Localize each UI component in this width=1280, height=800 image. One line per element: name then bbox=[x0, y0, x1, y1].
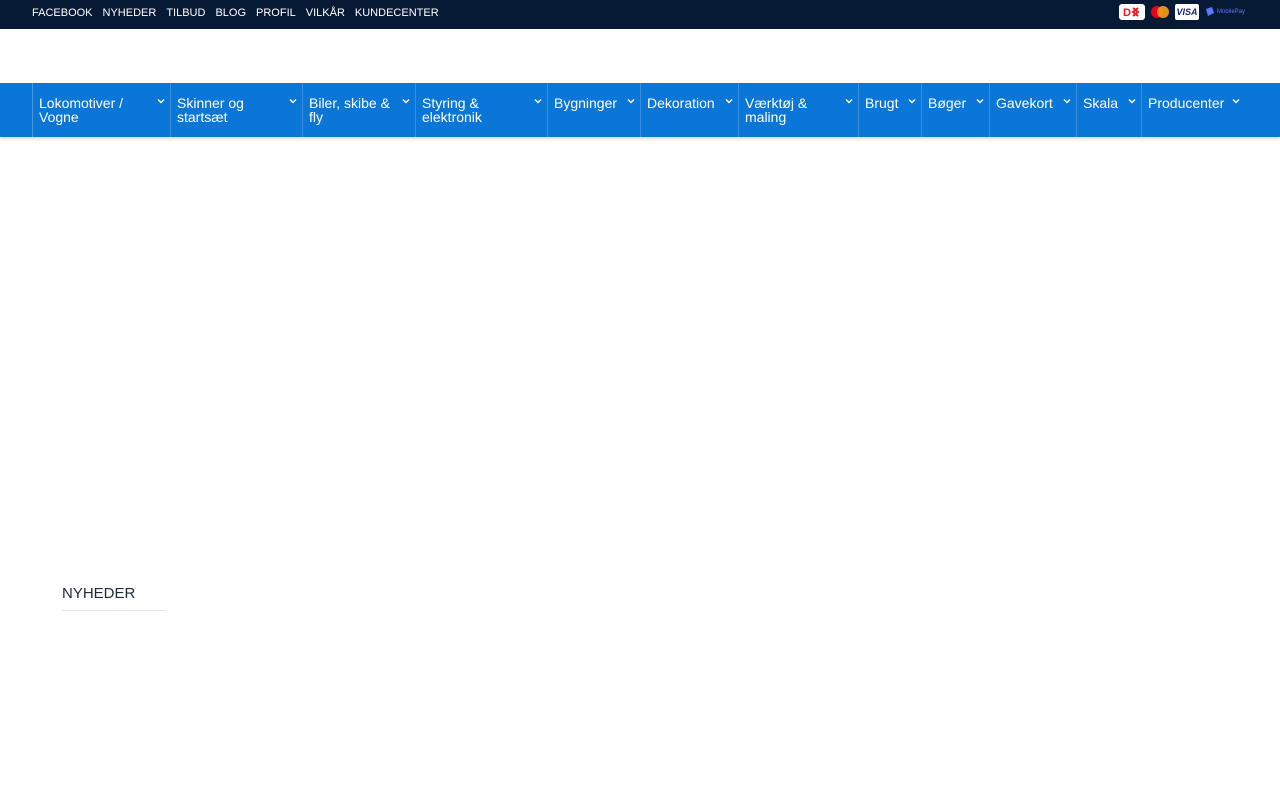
chevron-down-icon bbox=[627, 97, 635, 105]
top-link-nyheder[interactable]: NYHEDER bbox=[103, 7, 157, 19]
chevron-down-icon bbox=[289, 97, 297, 105]
nav-item-skala[interactable]: Skala bbox=[1076, 83, 1141, 137]
svg-text:D: D bbox=[1123, 7, 1131, 19]
mobilepay-icon: MobilePay bbox=[1202, 4, 1248, 20]
chevron-down-icon bbox=[976, 97, 984, 105]
chevron-down-icon bbox=[402, 97, 410, 105]
nav-item-label: Skinner og startsæt bbox=[177, 95, 244, 125]
chevron-down-icon bbox=[1232, 97, 1240, 105]
nav-item-vaerktoj[interactable]: Værktøj & maling bbox=[738, 83, 858, 137]
top-link-facebook[interactable]: FACEBOOK bbox=[32, 7, 93, 19]
nav-item-label: Biler, skibe & fly bbox=[309, 95, 390, 125]
chevron-down-icon bbox=[157, 97, 165, 105]
nav-item-label: Styring & elektronik bbox=[422, 95, 482, 125]
top-link-profil[interactable]: PROFIL bbox=[256, 7, 296, 19]
chevron-down-icon bbox=[908, 97, 916, 105]
nav-item-styring[interactable]: Styring & elektronik bbox=[415, 83, 547, 137]
news-heading: NYHEDER bbox=[62, 585, 166, 611]
main-navigation: Lokomotiver / Vogne Skinner og startsæt … bbox=[0, 83, 1280, 137]
nav-item-dekoration[interactable]: Dekoration bbox=[640, 83, 738, 137]
top-link-kundecenter[interactable]: KUNDECENTER bbox=[355, 7, 439, 19]
mobilepay-label: MobilePay bbox=[1216, 9, 1245, 15]
chevron-down-icon bbox=[1128, 97, 1136, 105]
top-links: FACEBOOK NYHEDER TILBUD BLOG PROFIL VILK… bbox=[32, 7, 439, 19]
nav-item-bygninger[interactable]: Bygninger bbox=[547, 83, 640, 137]
nav-item-label: Lokomotiver / Vogne bbox=[39, 95, 124, 125]
mastercard-icon bbox=[1148, 4, 1172, 20]
top-link-blog[interactable]: BLOG bbox=[215, 7, 246, 19]
visa-icon: VISA bbox=[1175, 4, 1199, 20]
nav-item-label: Værktøj & maling bbox=[745, 95, 808, 125]
nav-items: Lokomotiver / Vogne Skinner og startsæt … bbox=[32, 83, 1245, 137]
chevron-down-icon bbox=[725, 97, 733, 105]
dankort-icon: D bbox=[1119, 4, 1145, 20]
top-bar: FACEBOOK NYHEDER TILBUD BLOG PROFIL VILK… bbox=[0, 0, 1280, 29]
nav-item-label: Producenter bbox=[1148, 95, 1225, 111]
chevron-down-icon bbox=[534, 97, 542, 105]
nav-item-boger[interactable]: Bøger bbox=[921, 83, 989, 137]
payment-methods: D VISA MobilePay bbox=[1119, 4, 1248, 20]
top-link-tilbud[interactable]: TILBUD bbox=[166, 7, 205, 19]
nav-item-producenter[interactable]: Producenter bbox=[1141, 83, 1245, 137]
nav-item-biler[interactable]: Biler, skibe & fly bbox=[302, 83, 415, 137]
chevron-down-icon bbox=[1063, 97, 1071, 105]
nav-item-gavekort[interactable]: Gavekort bbox=[989, 83, 1076, 137]
nav-item-lokomotiver[interactable]: Lokomotiver / Vogne bbox=[32, 83, 170, 137]
nav-item-skinner[interactable]: Skinner og startsæt bbox=[170, 83, 302, 137]
chevron-down-icon bbox=[845, 97, 853, 105]
top-link-vilkar[interactable]: VILKÅR bbox=[306, 7, 345, 19]
nav-item-brugt[interactable]: Brugt bbox=[858, 83, 921, 137]
